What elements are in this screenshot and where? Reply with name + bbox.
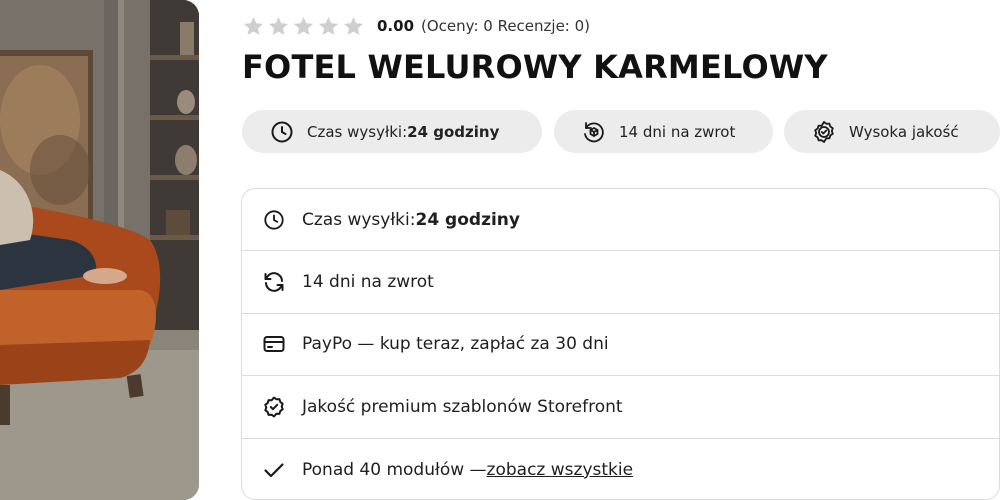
star-icon[interactable] [317, 15, 340, 38]
clock-icon [262, 208, 286, 232]
return-box-icon [581, 119, 607, 145]
star-icon[interactable] [292, 15, 315, 38]
rating-meta[interactable]: (Oceny: 0 Recenzje: 0) [421, 17, 590, 35]
features-list: Czas wysyłki: 24 godziny 14 dni na zwrot… [241, 188, 1000, 500]
star-icon[interactable] [342, 15, 365, 38]
feature-returns-label: 14 dni na zwrot [302, 272, 434, 293]
feature-shipping-label: Czas wysyłki: [302, 209, 416, 230]
star-icon[interactable] [242, 15, 265, 38]
feature-shipping-time: Czas wysyłki: 24 godziny [242, 189, 999, 252]
pill-returns-label: 14 dni na zwrot [619, 122, 736, 141]
pill-shipping-label: Czas wysyłki: [307, 122, 408, 141]
feature-returns: 14 dni na zwrot [242, 251, 999, 314]
clock-icon [269, 119, 295, 145]
badge-check-icon [262, 395, 286, 419]
armchair-photo [0, 0, 199, 500]
feature-modules: Ponad 40 modułów — zobacz wszystkie [242, 439, 999, 499]
product-image[interactable] [0, 0, 199, 500]
check-icon [262, 458, 286, 482]
feature-modules-label: Ponad 40 modułów — [302, 459, 487, 480]
star-icon[interactable] [267, 15, 290, 38]
rating-value: 0.00 [377, 17, 415, 35]
credit-card-icon [262, 332, 286, 356]
product-title: FOTEL WELUROWY KARMELOWY [242, 48, 828, 86]
feature-paypo: PayPo — kup teraz, zapłać za 30 dni [242, 314, 999, 377]
quality-badge-icon [811, 119, 837, 145]
pill-quality: Wysoka jakość [784, 110, 1000, 153]
feature-premium-quality: Jakość premium szablonów Storefront [242, 376, 999, 439]
pill-shipping-time: Czas wysyłki: 24 godziny [242, 110, 542, 153]
refresh-icon [262, 270, 286, 294]
feature-shipping-bold: 24 godziny [415, 209, 520, 230]
pill-shipping-bold: 24 godziny [407, 122, 500, 141]
see-all-modules-link[interactable]: zobacz wszystkie [487, 460, 634, 480]
feature-paypo-label: PayPo — kup teraz, zapłać za 30 dni [302, 334, 609, 355]
pill-quality-label: Wysoka jakość [849, 122, 959, 141]
star-rating[interactable] [242, 15, 365, 38]
rating-row: 0.00 (Oceny: 0 Recenzje: 0) [242, 13, 590, 39]
pill-returns: 14 dni na zwrot [554, 110, 773, 153]
feature-premium-label: Jakość premium szablonów Storefront [302, 396, 623, 417]
